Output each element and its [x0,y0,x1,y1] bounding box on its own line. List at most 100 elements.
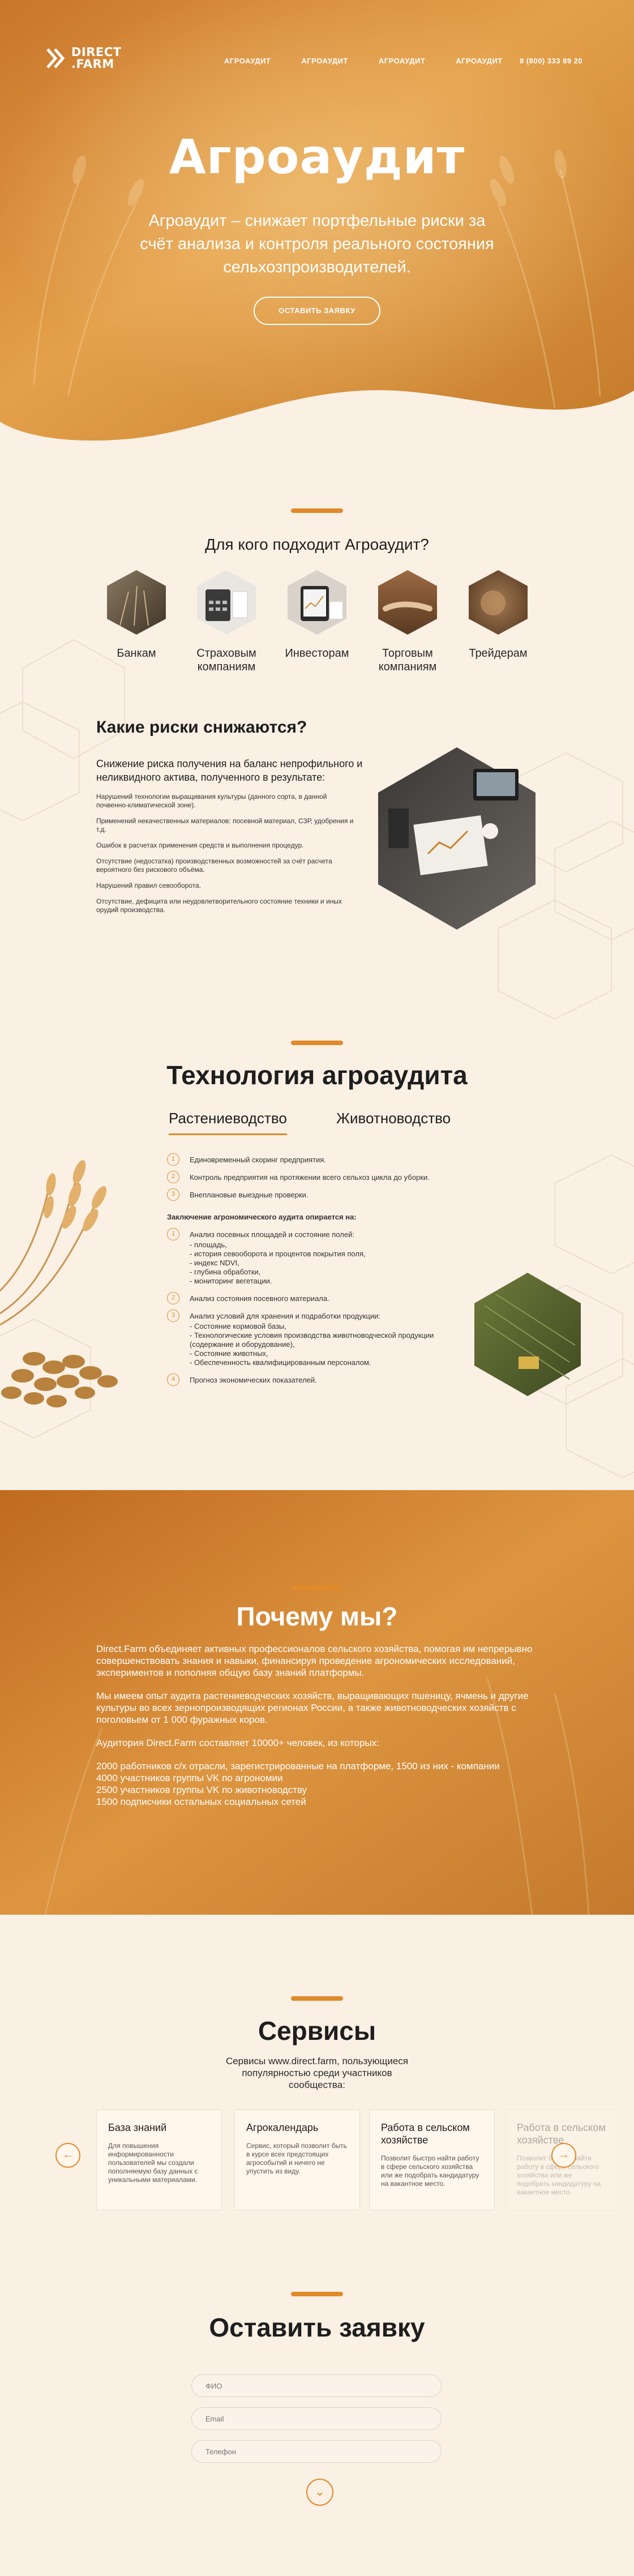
arrow-left-icon: ← [62,2149,74,2161]
logo[interactable]: DIRECT .FARM [45,46,122,70]
nav-link-1[interactable]: АГРОАУДИТ [224,57,271,65]
carousel-next-button[interactable]: → [551,2143,576,2168]
service-card-title: Агрокалендарь [246,2122,319,2133]
audience-label-banks: Банкам [117,647,156,660]
form-title: Оставить заявку [209,2313,425,2342]
logo-line-2: .FARM [71,57,114,71]
conclusion-heading: Заключение агрономического аудита опирае… [167,1213,357,1221]
list-item: Нарушений правил севооборота. [96,882,202,889]
services-subtitle: Сервисы www.direct.farm, пользующиеся по… [225,2056,409,2090]
step-number: 1 [167,1228,179,1240]
handshake-photo-icon [378,570,437,635]
nav-link-4[interactable]: АГРОАУДИТ [456,57,502,65]
stat-line: 2000 работников с/х отрасли, зарегистрир… [96,1761,500,1771]
service-card-desc: Позволит быстро найти работу в сфере сел… [381,2154,479,2188]
accent-bar [291,2292,343,2296]
risks-lead: Снижение риска получения на баланс непро… [96,758,363,783]
sub-item: - история севооборота и процентов покрыт… [190,1250,366,1258]
arrow-right-icon: → [558,2149,569,2161]
stat-line: 4000 участников группы VK по агрономии [96,1773,283,1783]
audience-item-traders: Трейдерам [453,569,543,660]
hero-title: Агроаудит [169,129,465,185]
audience-label-traders: Трейдерам [469,647,528,660]
fio-field[interactable] [191,2374,442,2397]
hero-section: DIRECT .FARM АГРОАУДИТ АГРОАУДИТ АГРОАУД… [0,0,634,447]
hero-subtitle: Агроаудит – снижает портфельные риски за… [140,212,494,276]
email-field[interactable] [191,2407,442,2430]
accent-bar [291,1585,343,1590]
page: DIRECT .FARM АГРОАУДИТ АГРОАУДИТ АГРОАУД… [0,0,634,2576]
accent-bar [291,508,343,513]
why-paragraph: Аудитория Direct.Farm составляет 10000+ … [96,1738,379,1748]
nav-link-2[interactable]: АГРОАУДИТ [301,57,348,65]
audience-label-insurance: Страховым компаниям [196,647,256,673]
sub-item: - Состояние животных, [190,1349,268,1358]
step-number: 4 [167,1373,179,1386]
list-item: 1 Единовременный скоринг предприятия. [167,1153,507,1166]
list-item: 4 Прогноз экономических показателей. [167,1373,507,1386]
chevron-down-icon: ⌄ [314,2484,325,2498]
audience-label-investors: Инвесторам [285,647,349,660]
step-text: Анализ состояния посевного материала. [190,1294,329,1303]
step-number: 3 [167,1310,179,1322]
field-photo-hexagon [474,1273,581,1396]
step-text: Внеплановые выездные проверки. [190,1191,309,1199]
why-title: Почему мы? [236,1602,398,1631]
step-text: Прогноз экономических показателей. [190,1376,317,1384]
list-item: 2 Анализ состояния посевного материала. [167,1292,507,1304]
sub-item: - Состояние кормовой базы, [190,1322,286,1330]
service-card-title: База знаний [108,2122,167,2133]
audience-item-banks: Банкам [91,569,182,660]
why-paragraph: Direct.Farm объединяет активных професси… [96,1644,533,1678]
logo-line-1: DIRECT [71,45,122,59]
step-text: Анализ посевных площадей и состояние пол… [190,1230,354,1239]
hero-request-button[interactable]: ОСТАВИТЬ ЗАЯВКУ [254,297,380,325]
stat-line: 1500 подписчики остальных социальных сет… [96,1796,306,1807]
meeting-photo-hexagon [378,747,536,930]
accent-bar [291,1041,343,1045]
step-number: 2 [167,1171,179,1183]
carousel-prev-button[interactable]: ← [55,2143,80,2168]
sub-item: - площадь, [190,1240,227,1249]
phone-field[interactable] [191,2440,442,2463]
sub-item: - глубина обработки, [190,1268,261,1276]
tab-livestock[interactable]: Животноводство [336,1110,451,1127]
list-item: 2 Контроль предприятия на протяжении всег… [167,1171,507,1183]
form-submit-button[interactable]: ⌄ [306,2479,333,2506]
tablet-photo-icon [288,570,346,635]
wheat-field-photo-icon [107,570,166,635]
service-card-desc: Для повышения информированности пользова… [108,2142,198,2184]
list-item: 3 Внеплановые выездные проверки. [167,1188,507,1201]
list-item: Ошибок в расчетах применения средств и в… [96,841,304,849]
service-card-calendar[interactable]: Агрокалендарь Сервис, который позволит б… [234,2109,360,2210]
step-text: Анализ условий для хранения и подработки… [190,1312,381,1320]
step-text: Контроль предприятия на протяжении всего… [190,1173,430,1182]
service-card-knowledge[interactable]: База знаний Для повышения информированно… [96,2109,222,2210]
grain-photo-icon [469,570,528,635]
list-item: 1 Анализ посевных площадей и состояние по… [167,1228,507,1240]
sub-item: - мониторинг вегетации. [190,1277,272,1285]
risks-title: Какие риски снижаются? [96,718,307,737]
audience-item-insurance: Страховым компаниям [181,569,272,674]
risks-list: Нарушений технологии выращивания культур… [96,793,357,922]
site-header: DIRECT .FARM АГРОАУДИТ АГРОАУДИТ АГРОАУД… [0,0,634,113]
list-item: Нарушений технологии выращивания культур… [96,793,327,809]
service-card-jobs[interactable]: Работа в сельском хозяйстве Позволит быс… [369,2109,495,2210]
tab-crop-production[interactable]: Растениеводство [169,1110,287,1135]
list-item: Применений некачественных материалов: по… [96,817,354,833]
sub-item: - индекс NDVI, [190,1259,239,1267]
calculator-photo-icon [197,570,256,635]
list-item: 3 Анализ условий для хранения и подработк… [167,1310,507,1322]
why-text: Direct.Farm объединяет активных професси… [96,1643,538,1808]
logo-chevrons-icon [46,48,65,69]
technology-steps: 1 Единовременный скоринг предприятия. 2 Ко… [167,1153,507,1386]
audience-item-investors: Инвесторам [272,569,362,660]
nav-link-3[interactable]: АГРОАУДИТ [379,57,425,65]
sub-item: - Обеспеченность квалифицированным персо… [190,1358,371,1367]
services-title: Сервисы [258,2016,376,2046]
header-phone[interactable]: 8 (800) 333 89 20 [520,57,582,65]
wheat-ears-image [0,1160,118,1407]
list-item: Отсутствие (недостатка) производственных… [96,857,332,874]
logo-text: DIRECT .FARM [71,46,122,70]
service-card-desc: Сервис, который позволит быть в курсе вс… [246,2142,347,2175]
